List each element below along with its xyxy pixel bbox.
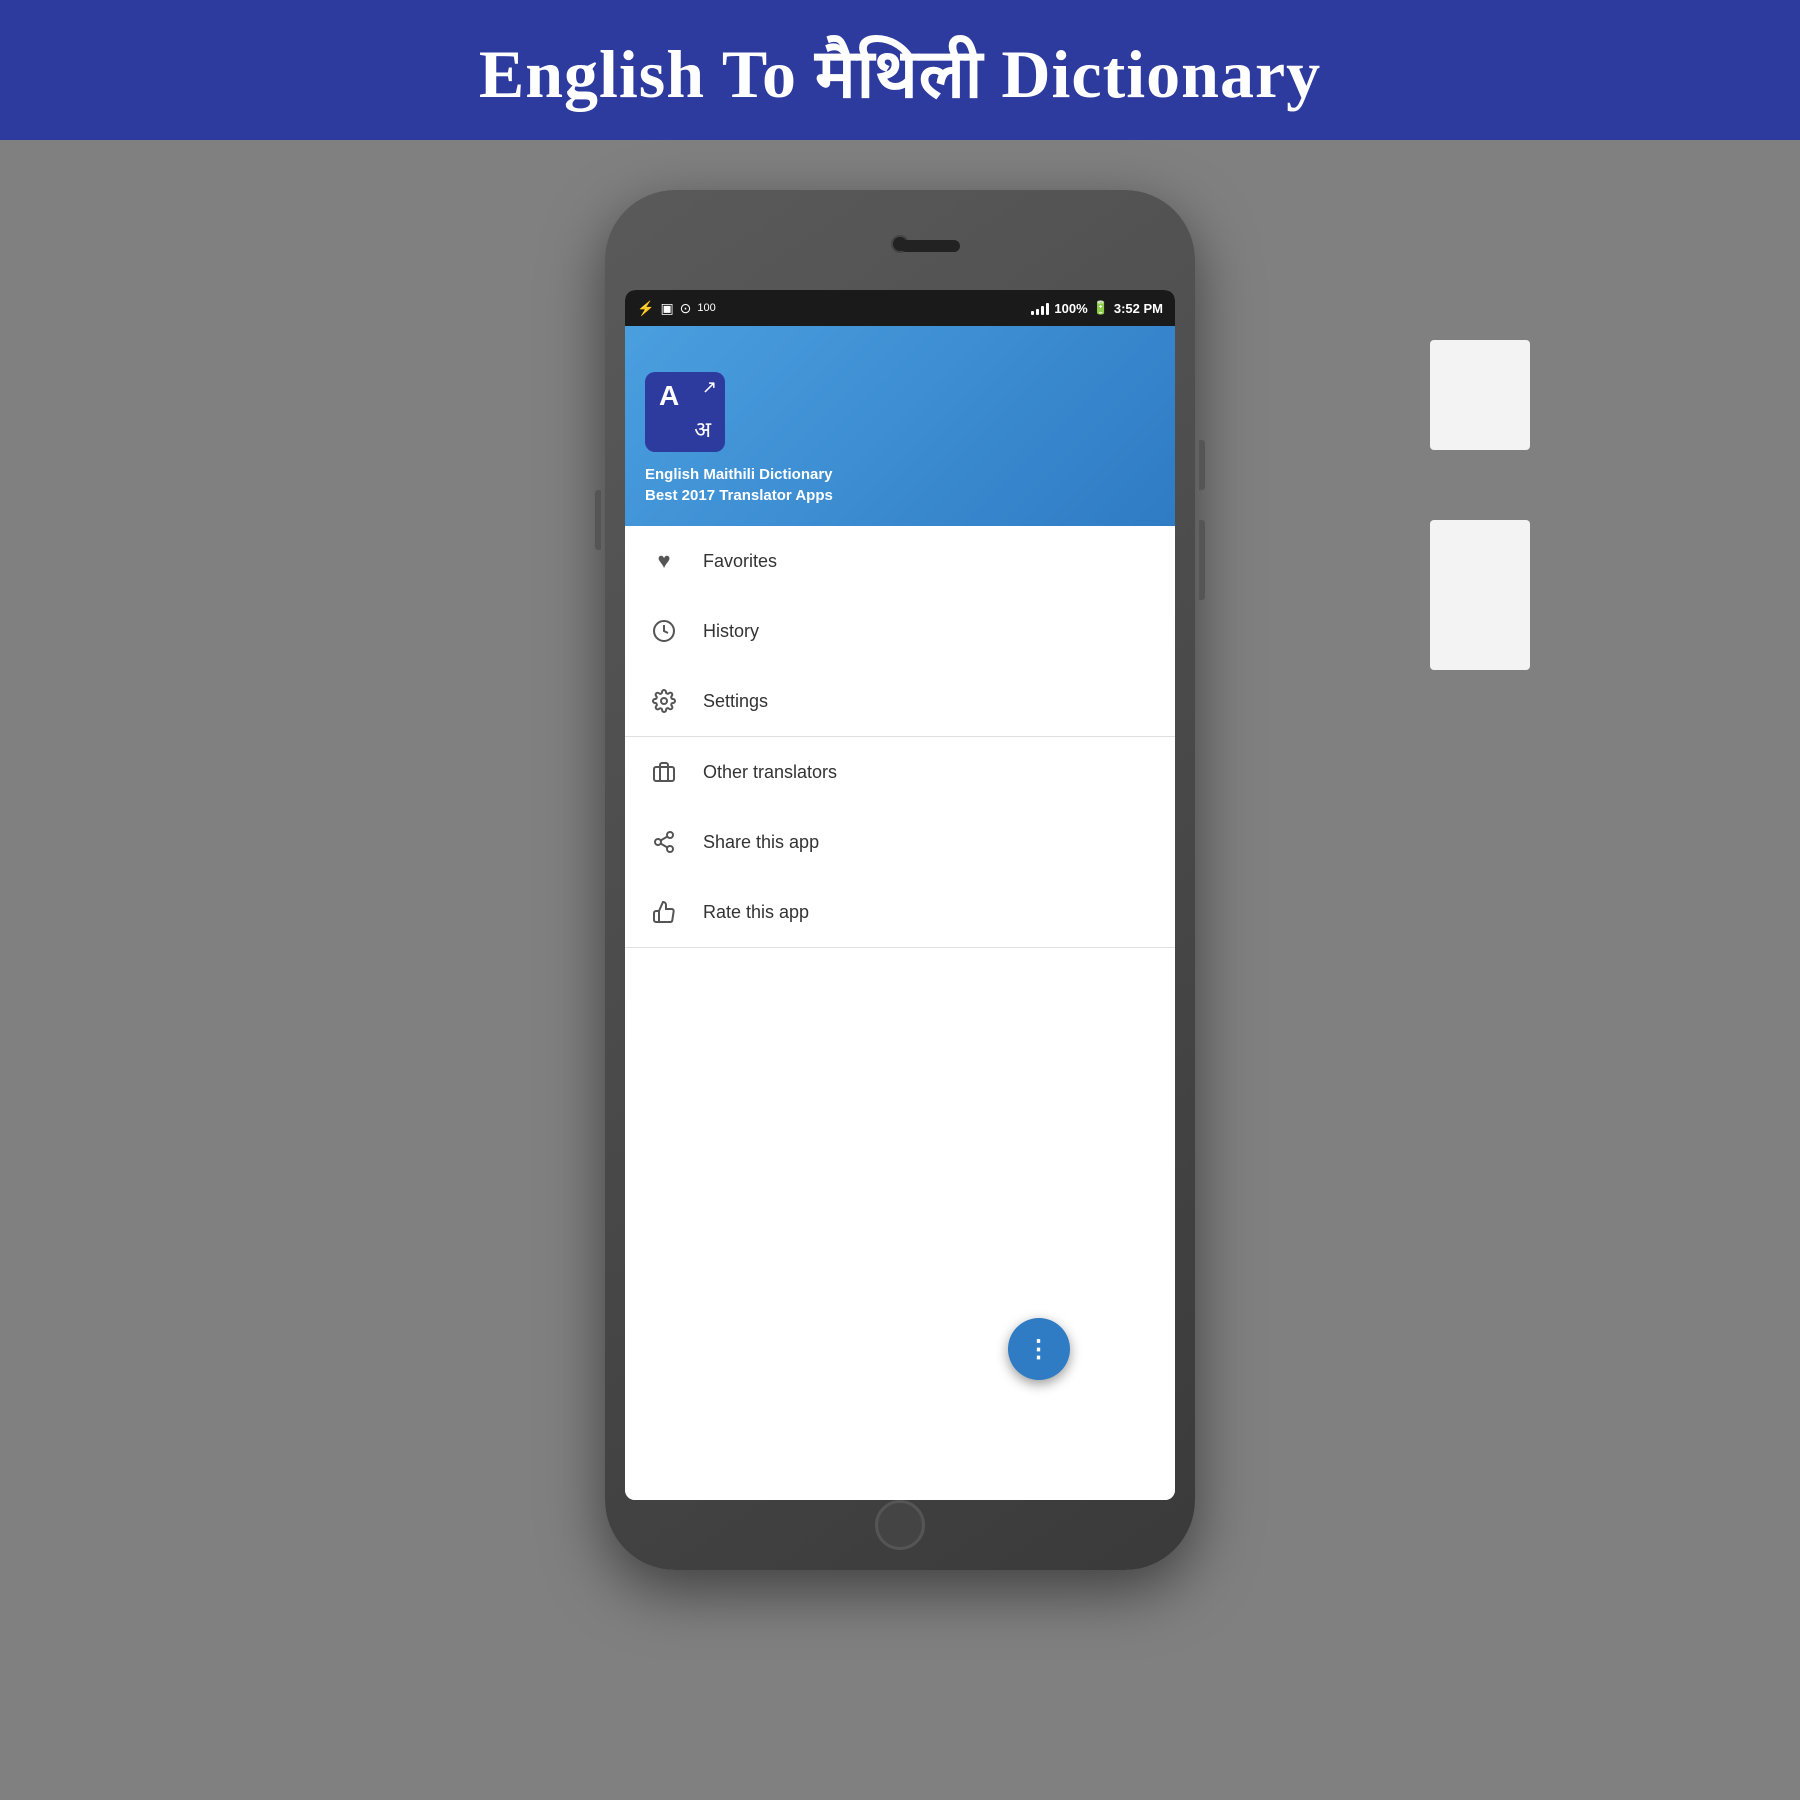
- home-button[interactable]: [875, 1500, 925, 1550]
- power-button-bottom: [1199, 520, 1205, 600]
- history-label: History: [703, 621, 759, 642]
- status-right: 100% 🔋 3:52 PM: [1031, 300, 1163, 316]
- main-area: ⚡ ▣ ⊙ 100 100% 🔋 3:: [0, 140, 1800, 1800]
- signal-bar-3: [1041, 306, 1044, 315]
- menu-section-1: ♥ Favorites History: [625, 526, 1175, 737]
- signal-bar-4: [1046, 303, 1049, 315]
- phone-device: ⚡ ▣ ⊙ 100 100% 🔋 3:: [605, 190, 1195, 1570]
- app-name-line1: English Maithili Dictionary: [645, 464, 1155, 485]
- other-translators-label: Other translators: [703, 762, 837, 783]
- status-bar: ⚡ ▣ ⊙ 100 100% 🔋 3:: [625, 290, 1175, 326]
- share-label: Share this app: [703, 832, 819, 853]
- signal-bar-1: [1031, 311, 1034, 315]
- status-left-icons: ⚡ ▣ ⊙ 100: [637, 300, 716, 317]
- menu-item-settings[interactable]: Settings: [625, 666, 1175, 736]
- clock: 3:52 PM: [1114, 301, 1163, 316]
- count-icon: 100: [697, 302, 715, 314]
- thumbsup-icon: [649, 897, 679, 927]
- menu-item-rate[interactable]: Rate this app: [625, 877, 1175, 947]
- signal-bars: [1031, 301, 1049, 315]
- app-name-line2: Best 2017 Translator Apps: [645, 485, 1155, 506]
- drawer-menu: ♥ Favorites History: [625, 526, 1175, 1500]
- phone-top: [625, 210, 1175, 290]
- phone-speaker: [900, 240, 960, 252]
- heart-icon: ♥: [649, 546, 679, 576]
- clock-icon: [649, 616, 679, 646]
- fab-dots-icon: ⋮: [1027, 1335, 1052, 1364]
- image-icon: ▣: [660, 300, 673, 317]
- menu-section-2: Other translators: [625, 737, 1175, 948]
- sync-icon: ⊙: [680, 300, 692, 317]
- gear-icon: [649, 686, 679, 716]
- favorites-label: Favorites: [703, 551, 777, 572]
- rate-label: Rate this app: [703, 902, 809, 923]
- signal-bar-2: [1036, 309, 1039, 315]
- briefcase-icon: [649, 757, 679, 787]
- drawer-header: A ↗ अ English Maithili Dictionary Best 2…: [625, 326, 1175, 526]
- menu-item-share[interactable]: Share this app: [625, 807, 1175, 877]
- battery-percent: 100%: [1054, 301, 1087, 316]
- fab-button[interactable]: ⋮: [1008, 1318, 1070, 1380]
- top-banner: English To मैथिली Dictionary: [0, 0, 1800, 140]
- battery-icon: 🔋: [1093, 300, 1109, 316]
- phone-bottom: [625, 1500, 1175, 1550]
- usb-icon: ⚡: [637, 300, 654, 317]
- menu-item-favorites[interactable]: ♥ Favorites: [625, 526, 1175, 596]
- phone-screen: ⚡ ▣ ⊙ 100 100% 🔋 3:: [625, 290, 1175, 1500]
- banner-title: English To मैथिली Dictionary: [479, 24, 1321, 117]
- menu-item-other-translators[interactable]: Other translators: [625, 737, 1175, 807]
- app-icon-letter-a: A: [659, 380, 679, 412]
- app-icon-hindi: अ: [694, 414, 711, 444]
- right-panel-top: [1430, 340, 1530, 450]
- app-name: English Maithili Dictionary Best 2017 Tr…: [645, 464, 1155, 506]
- power-button-top: [1199, 440, 1205, 490]
- share-icon: [649, 827, 679, 857]
- screen-content: ⚡ ▣ ⊙ 100 100% 🔋 3:: [625, 290, 1175, 1500]
- volume-button: [595, 490, 601, 550]
- right-panel-bottom: [1430, 520, 1530, 670]
- app-icon: A ↗ अ: [645, 372, 725, 452]
- app-icon-arrow: ↗: [702, 377, 717, 398]
- menu-item-history[interactable]: History: [625, 596, 1175, 666]
- settings-label: Settings: [703, 691, 768, 712]
